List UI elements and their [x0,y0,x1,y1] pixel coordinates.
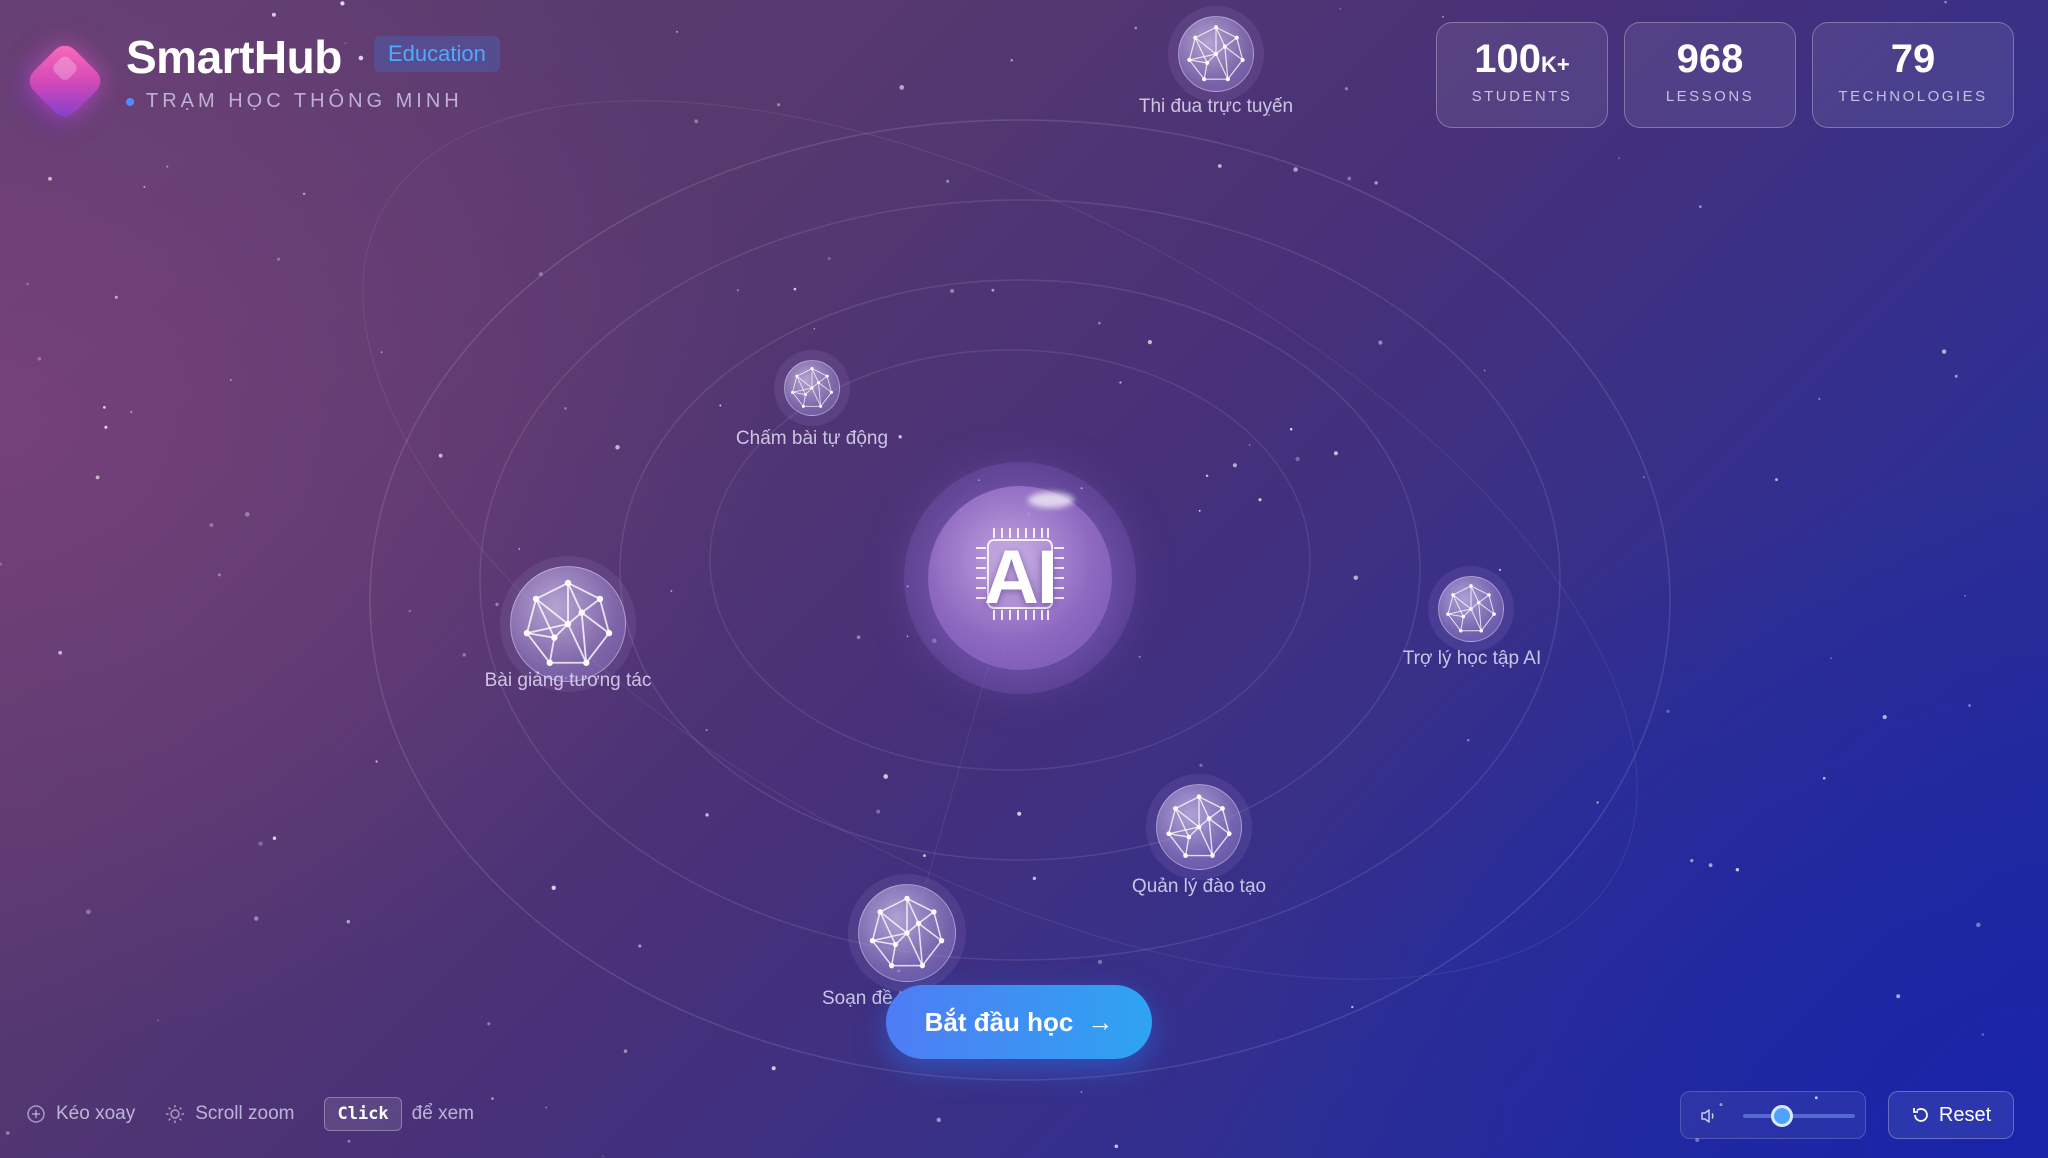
stat-card-students: 100K+ STUDENTS [1436,22,1608,128]
category-badge: Education [374,36,500,72]
node-label: Chấm bài tự động [735,428,889,449]
stat-value: 100 [1474,37,1541,81]
hint-zoom: Scroll zoom [165,1103,294,1125]
subtitle-dot-icon [126,98,134,106]
stat-value: 968 [1676,37,1744,81]
reset-button[interactable]: Reset [1888,1091,2014,1139]
interaction-hints: Kéo xoay Scroll zoom Click để xem [26,1094,496,1134]
hint-click: Click để xem [324,1097,474,1131]
node-label: Bài giảng tương tác [484,670,652,691]
volume-slider-track[interactable] [1743,1114,1855,1118]
node-cham-bai-tu-dong[interactable] [784,360,840,416]
stat-label: STUDENTS [1471,88,1573,105]
hint-drag-label: Kéo xoay [56,1103,136,1124]
node-label: Quản lý đào tạo [1131,876,1267,897]
reset-label: Reset [1938,1103,1992,1126]
stat-card-technologies: 79 TECHNOLOGIES [1812,22,2014,128]
app-subtitle: TRẠM HỌC THÔNG MINH [146,90,463,112]
stat-label: LESSONS [1665,88,1755,105]
ai-core-button[interactable]: AI [928,486,1112,670]
network-icon [791,367,833,408]
core-highlight [1028,492,1074,508]
stat-value: 79 [1890,37,1936,81]
start-learning-button[interactable]: Bắt đầu học → [886,985,1152,1059]
logo-icon[interactable] [23,39,107,123]
node-soan-de-thong-minh[interactable] [858,884,956,982]
stat-suffix: K+ [1541,52,1570,77]
hint-zoom-label: Scroll zoom [195,1103,295,1124]
network-icon [1446,584,1496,633]
brand-header: SmartHub Education TRẠM HỌC THÔNG MINH [23,28,588,128]
stat-label: TECHNOLOGIES [1838,88,1988,105]
start-learning-label: Bắt đầu học [924,1006,1074,1037]
rotate-plus-icon [27,1105,45,1123]
volume-slider-thumb[interactable] [1771,1105,1794,1127]
network-icon [523,579,613,666]
network-icon [1166,794,1232,858]
network-icon [1187,25,1245,82]
click-key: Click [324,1097,402,1131]
network-icon [869,895,945,969]
reset-icon [1912,1108,1928,1122]
node-tro-ly-hoc-tap-ai[interactable] [1438,576,1504,642]
app-title: SmartHub [126,31,342,83]
sun-zoom-icon [166,1105,185,1123]
node-label: Trợ lý học tập AI [1402,648,1542,669]
node-bai-giang-tuong-tac[interactable] [510,566,626,682]
node-label: Thi đua trực tuyến [1138,96,1294,117]
stat-card-lessons: 968 LESSONS [1624,22,1796,128]
volume-control [1680,1091,1866,1139]
ai-core-label: AI [984,535,1058,620]
arrow-right-icon: → [1087,1006,1114,1037]
node-quan-ly-dao-tao[interactable] [1156,784,1242,870]
hint-click-label: để xem [411,1103,474,1124]
speaker-icon[interactable] [1699,1106,1719,1126]
hint-drag: Kéo xoay [26,1103,135,1125]
node-thi-dua-truc-tuyen[interactable] [1178,16,1254,92]
